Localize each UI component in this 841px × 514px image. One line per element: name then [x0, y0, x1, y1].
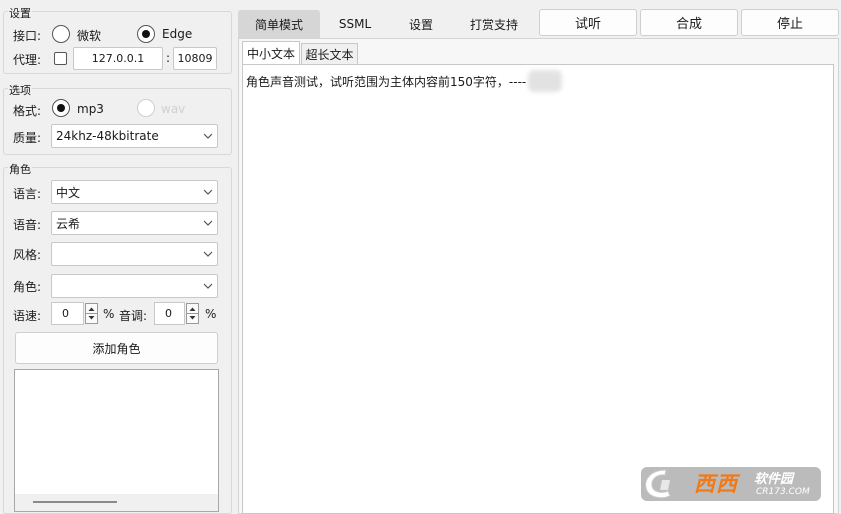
settings-group-title: 设置 [8, 5, 32, 21]
watermark-side-text: 软件园 [754, 472, 794, 487]
chevron-down-icon [203, 283, 213, 289]
format-label: 格式: [13, 104, 42, 118]
proxy-label: 代理: [13, 53, 42, 67]
proxy-port-input[interactable]: 10809 [173, 47, 217, 70]
tab-ssml[interactable]: SSML [325, 10, 385, 38]
speed-label: 语速: [13, 309, 42, 323]
text-editor[interactable]: 角色声音测试，试听范围为主体内容前150字符，---- [242, 64, 834, 514]
quality-label: 质量: [13, 131, 42, 145]
role-list-scrollbar-thumb[interactable] [33, 501, 117, 503]
voice-value: 云希 [56, 216, 81, 231]
quality-select[interactable]: 24khz-48kbitrate [51, 124, 218, 148]
tab-settings[interactable]: 设置 [392, 10, 450, 38]
radio-edge-label: Edge [162, 27, 193, 41]
radio-mp3[interactable] [52, 99, 70, 117]
chevron-down-icon [203, 133, 213, 139]
options-group-title: 选项 [8, 82, 32, 98]
editor-text: 角色声音测试，试听范围为主体内容前150字符，---- [246, 75, 527, 89]
watermark-main-text: 西西 [694, 472, 738, 496]
radio-edge[interactable] [137, 25, 155, 43]
role-select[interactable] [51, 274, 218, 298]
chevron-down-icon [203, 251, 213, 257]
tab-donate[interactable]: 打赏支持 [458, 10, 530, 38]
synthesize-button[interactable]: 合成 [640, 9, 738, 36]
role-label: 角色: [13, 280, 42, 294]
radio-microsoft-label: 微软 [77, 29, 102, 43]
add-role-button[interactable]: 添加角色 [15, 332, 218, 364]
pitch-label: 音调: [119, 309, 148, 323]
proxy-separator: : [166, 51, 171, 65]
watermark-logo: 西西 软件园 CR173.COM [640, 464, 822, 504]
speed-input[interactable]: 0 [51, 302, 84, 325]
style-select[interactable] [51, 242, 218, 266]
blurred-region [528, 70, 562, 92]
pitch-percent: % [205, 307, 217, 321]
subtab-small-text[interactable]: 中小文本 [242, 41, 300, 64]
tab-simple-mode[interactable]: 简单模式 [238, 10, 320, 38]
preview-button[interactable]: 试听 [539, 9, 637, 36]
radio-wav[interactable] [137, 99, 155, 117]
language-label: 语言: [13, 187, 42, 201]
role-group-title: 角色 [8, 161, 32, 177]
voice-label: 语音: [13, 218, 42, 232]
radio-mp3-label: mp3 [77, 102, 104, 116]
pitch-input[interactable]: 0 [154, 302, 185, 325]
proxy-host-input[interactable]: 127.0.0.1 [73, 47, 163, 70]
pitch-stepper[interactable] [186, 303, 199, 324]
subtab-long-text[interactable]: 超长文本 [301, 43, 358, 64]
interface-label: 接口: [13, 29, 42, 43]
speed-percent: % [103, 307, 115, 321]
radio-wav-label: wav [161, 102, 186, 116]
quality-value: 24khz-48kbitrate [56, 129, 159, 143]
stop-button[interactable]: 停止 [741, 9, 839, 36]
speed-stepper[interactable] [85, 303, 98, 324]
language-value: 中文 [56, 185, 81, 200]
language-select[interactable]: 中文 [51, 180, 218, 204]
role-list[interactable] [14, 369, 219, 512]
radio-microsoft[interactable] [52, 25, 70, 43]
voice-select[interactable]: 云希 [51, 211, 218, 235]
watermark-url: CR173.COM [756, 487, 810, 497]
chevron-down-icon [203, 220, 213, 226]
chevron-down-icon [203, 189, 213, 195]
proxy-checkbox[interactable] [54, 52, 67, 65]
style-label: 风格: [13, 248, 42, 262]
